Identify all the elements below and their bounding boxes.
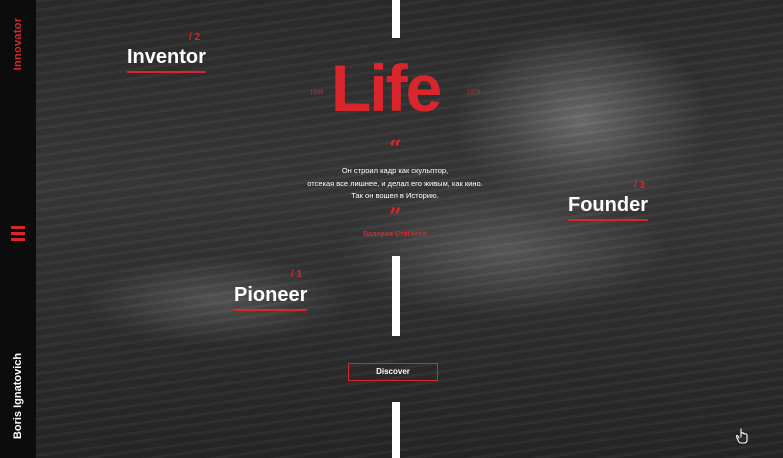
divider-middle [392, 256, 400, 336]
founder-label: Founder [568, 194, 648, 216]
divider-bottom [392, 402, 400, 458]
pioneer-link[interactable]: Pioneer [234, 284, 308, 311]
inventor-number: / 2 [189, 32, 201, 43]
inventor-underline [127, 71, 206, 73]
quote-line: Он строил кадр как скульптор, [341, 166, 449, 175]
founder-number: / 3 [634, 180, 646, 191]
person-name: Boris Ignatovich [12, 352, 24, 440]
hamburger-menu-icon[interactable] [11, 226, 25, 242]
brand-label[interactable]: Innovator [12, 0, 24, 94]
pioneer-number: / 1 [291, 269, 303, 280]
quote-author: Валерия Стигнеев [363, 231, 427, 238]
founder-link[interactable]: Founder [568, 194, 648, 221]
quote-open-mark: “ [389, 136, 402, 162]
page-title: Life [331, 51, 442, 125]
quote-line: отсекая все лишнее, и делал его живым, к… [307, 178, 483, 188]
quote-line: Так он вошел в Историю. [351, 191, 439, 200]
quote-close-mark: ” [389, 204, 402, 230]
year-end: 1976 [467, 90, 481, 96]
discover-button[interactable]: Discover [348, 363, 438, 381]
quote-text: Он строил кадр как скульптор, отсекая вс… [290, 165, 500, 203]
sidebar: Innovator Boris Ignatovich [0, 0, 36, 458]
inventor-label: Inventor [127, 46, 206, 68]
founder-underline [568, 219, 648, 221]
year-start: 1899 [310, 90, 324, 96]
divider-top [392, 0, 400, 38]
inventor-link[interactable]: Inventor [127, 46, 206, 73]
pioneer-underline [234, 309, 308, 311]
hand-pointer-icon [736, 428, 748, 444]
pioneer-label: Pioneer [234, 284, 308, 306]
